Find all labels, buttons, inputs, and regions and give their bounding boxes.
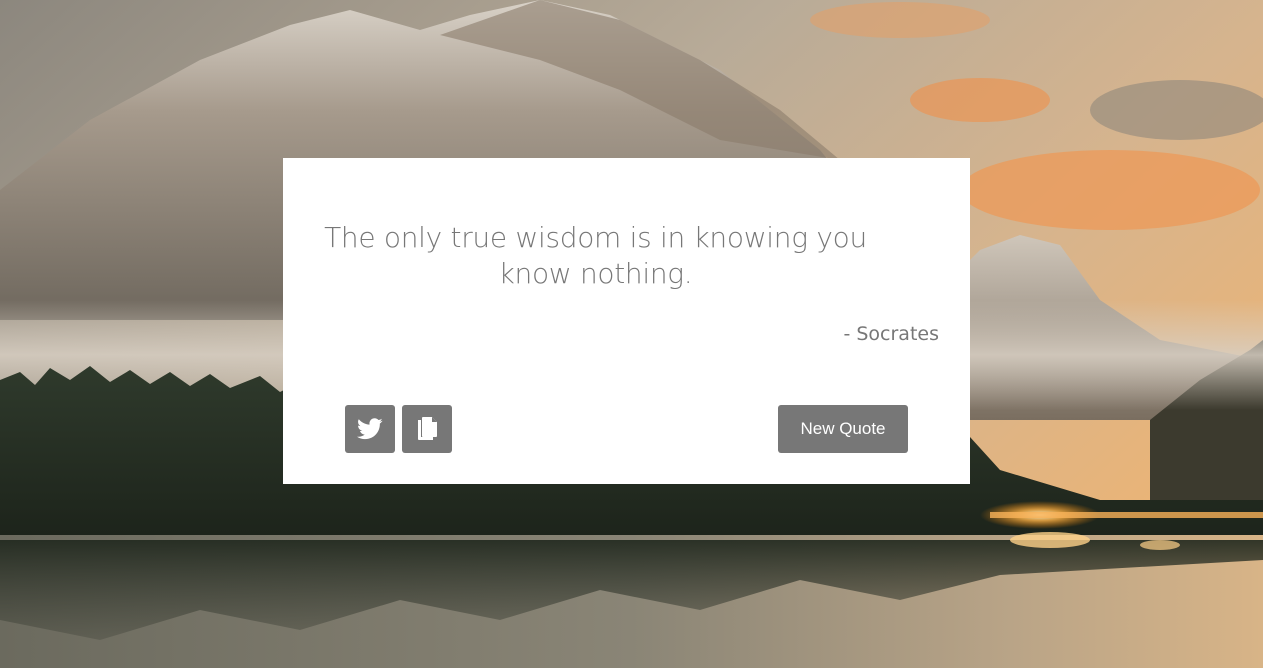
- copy-button[interactable]: [402, 405, 452, 453]
- quote-card: The only true wisdom is in knowing you k…: [283, 158, 970, 484]
- quote-text: The only true wisdom is in knowing you k…: [324, 221, 867, 290]
- copy-icon: [416, 416, 438, 442]
- twitter-icon: [357, 418, 383, 440]
- new-quote-button[interactable]: New Quote: [778, 405, 908, 453]
- quote-author: - Socrates: [843, 323, 939, 345]
- tweet-button[interactable]: [345, 405, 395, 453]
